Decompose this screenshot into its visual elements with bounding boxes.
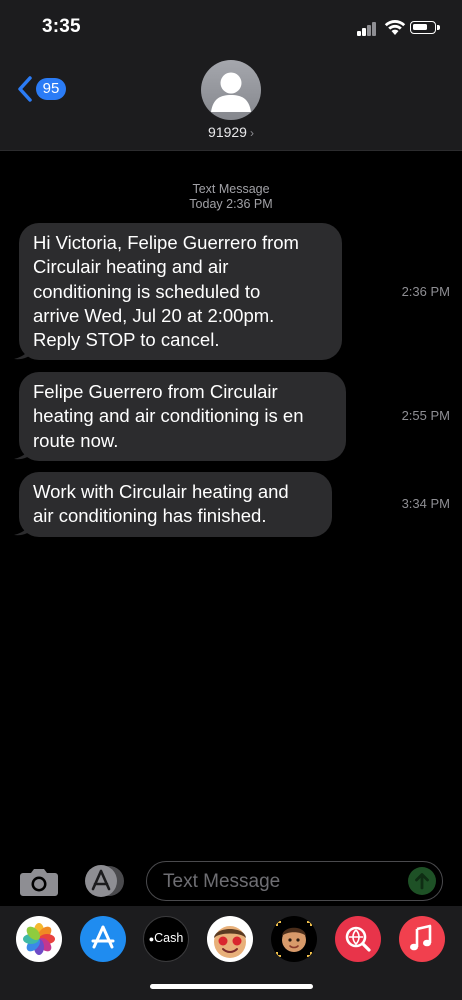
app-drawer: ●Cash bbox=[0, 906, 462, 1000]
home-indicator[interactable] bbox=[150, 984, 313, 989]
bubble-tail bbox=[14, 344, 33, 360]
status-time: 3:35 bbox=[42, 16, 81, 37]
cellular-signal-icon bbox=[357, 22, 377, 36]
contact-name-button[interactable]: 91929 › bbox=[0, 124, 462, 140]
app-store-icon[interactable] bbox=[81, 864, 127, 898]
bubble-tail bbox=[14, 444, 33, 460]
message-line: Work with Circulair heating and bbox=[33, 481, 289, 502]
message-line: Hi Victoria, Felipe Guerrero from bbox=[33, 232, 299, 253]
message-line: conditioning is scheduled to bbox=[33, 280, 261, 302]
apple-cash-icon: ●Cash bbox=[144, 931, 188, 945]
app-store-button[interactable] bbox=[80, 916, 126, 962]
message-bubble[interactable]: Felipe Guerrero from Circulair heating a… bbox=[19, 372, 346, 461]
unread-count-badge: 95 bbox=[36, 78, 66, 100]
back-button[interactable]: 95 bbox=[16, 74, 66, 104]
message-line: route now. bbox=[33, 429, 119, 451]
web-search-button[interactable] bbox=[335, 916, 381, 962]
status-bar: 3:35 bbox=[0, 0, 462, 56]
timestamp-label: Today 2:36 PM bbox=[189, 197, 273, 211]
conversation-header: 3:35 95 91929 › bbox=[0, 0, 462, 151]
message-line: air conditioning has finished. bbox=[33, 505, 267, 527]
wifi-icon bbox=[384, 20, 406, 35]
message-input-placeholder: Text Message bbox=[163, 871, 281, 892]
message-bubble[interactable]: Work with Circulair heating and air cond… bbox=[19, 472, 332, 537]
battery-icon bbox=[410, 21, 436, 34]
memoji-icon bbox=[276, 921, 312, 957]
message-line: Circulair heating and air bbox=[33, 256, 229, 278]
message-bubble[interactable]: Hi Victoria, Felipe Guerrero from Circul… bbox=[19, 223, 342, 361]
photos-app-button[interactable] bbox=[16, 916, 62, 962]
message-time: 2:55 PM bbox=[401, 408, 450, 423]
message-line: arrive Wed, Jul 20 at 2:00pm. bbox=[33, 304, 275, 326]
app-store-icon bbox=[91, 925, 115, 949]
battery-cap bbox=[437, 25, 440, 30]
send-button[interactable] bbox=[408, 867, 436, 895]
web-search-icon bbox=[345, 926, 371, 952]
chevron-right-icon: › bbox=[249, 126, 254, 140]
bubble-tail bbox=[14, 520, 33, 536]
photos-icon bbox=[23, 923, 55, 955]
apple-cash-button[interactable]: ●Cash bbox=[143, 916, 189, 962]
contact-name: 91929 bbox=[208, 124, 247, 140]
music-button[interactable] bbox=[399, 916, 445, 962]
contact-avatar[interactable] bbox=[201, 60, 261, 120]
message-line: heating and air conditioning is en bbox=[33, 405, 304, 427]
service-label: Text Message bbox=[192, 182, 270, 196]
apple-cash-label: Cash bbox=[154, 931, 184, 945]
chevron-left-icon bbox=[18, 76, 32, 102]
message-input[interactable]: Text Message bbox=[146, 861, 443, 901]
message-line: Reply STOP to cancel. bbox=[33, 329, 220, 351]
message-time: 3:34 PM bbox=[401, 496, 450, 511]
thread-timestamp: Text Message Today 2:36 PM bbox=[0, 182, 462, 212]
memoji-stickers-icon bbox=[214, 926, 246, 958]
memoji-stickers-button[interactable] bbox=[207, 916, 253, 962]
music-icon bbox=[410, 924, 432, 951]
message-line: Felipe Guerrero from Circulair bbox=[33, 381, 278, 402]
message-time: 2:36 PM bbox=[401, 284, 450, 299]
person-silhouette-icon bbox=[211, 72, 251, 112]
camera-icon[interactable] bbox=[19, 865, 59, 897]
arrow-up-icon bbox=[415, 873, 429, 890]
memoji-button[interactable] bbox=[271, 916, 317, 962]
